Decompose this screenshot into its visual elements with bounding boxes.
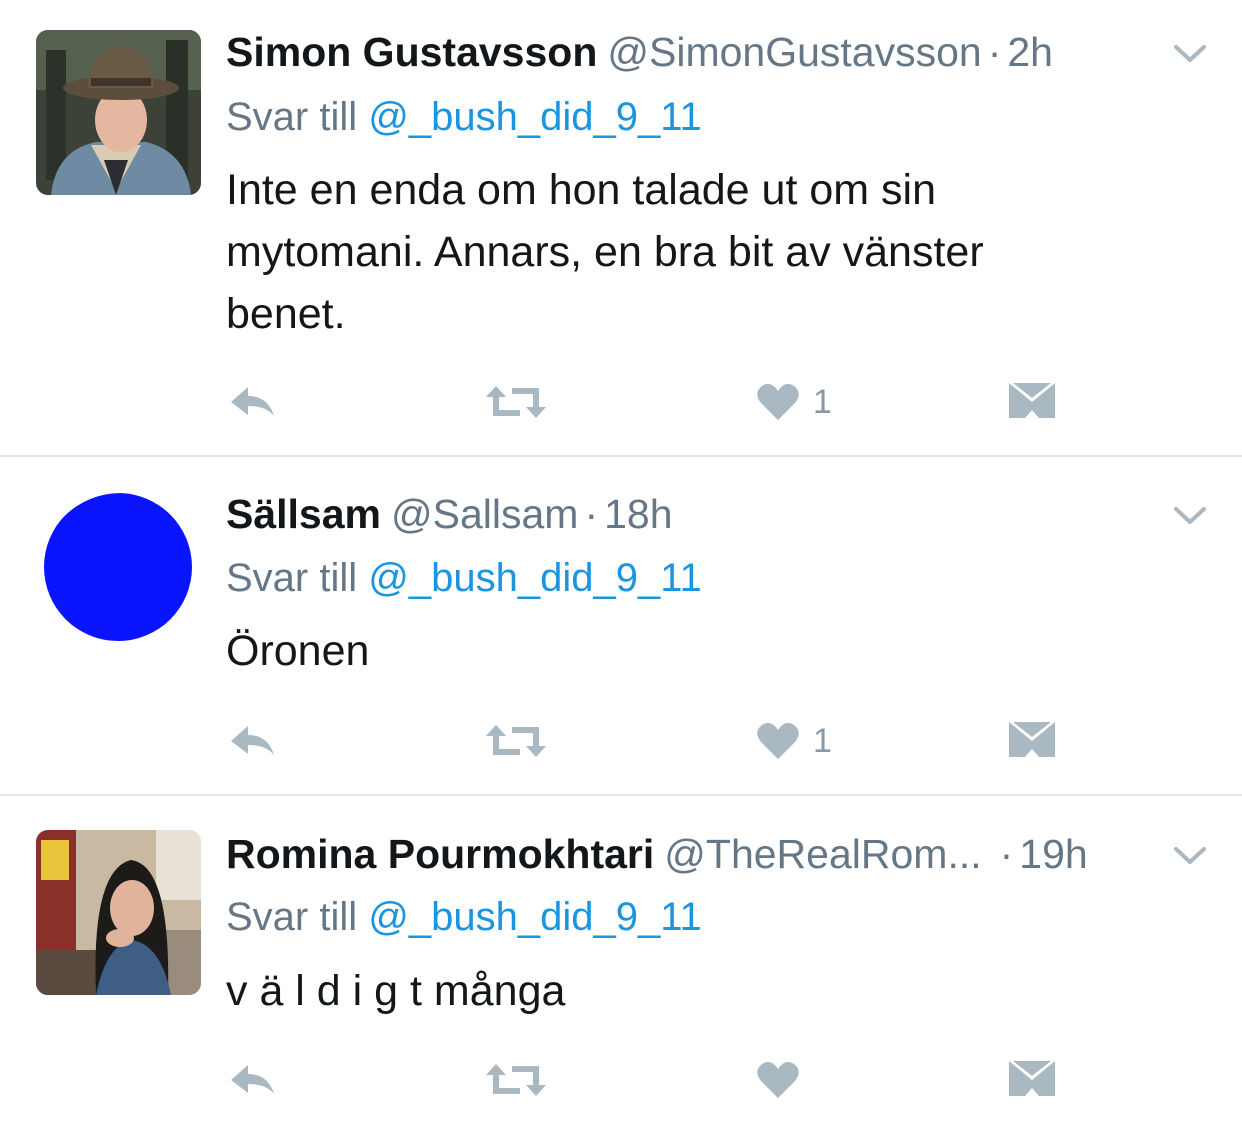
dm-button[interactable] (1009, 717, 1055, 761)
reply-context: Svar till @_bush_did_9_11 (226, 893, 702, 941)
like-count: 1 (813, 721, 832, 760)
avatar-photo (36, 30, 201, 195)
reply-prefix: Svar till (226, 95, 358, 139)
author-handle[interactable]: @SimonGustavsson (607, 29, 981, 75)
like-button[interactable] (757, 1058, 813, 1102)
tweet-header: Romina Pourmokhtari @TheRealRom... · 19h (226, 830, 1088, 878)
dm-button[interactable] (1009, 1056, 1055, 1100)
reply-icon (231, 726, 274, 755)
separator-dot: · (987, 29, 1002, 75)
author-name[interactable]: Simon Gustavsson (226, 29, 597, 75)
envelope-icon (1009, 383, 1055, 418)
tweet-header: Sällsam @Sallsam · 18h (226, 490, 673, 538)
chevron-down-icon[interactable] (1172, 844, 1208, 868)
envelope-icon (1009, 1061, 1055, 1096)
tweet-romina[interactable]: Romina Pourmokhtari @TheRealRom... · 19h Sv… (0, 796, 1242, 1124)
avatar[interactable] (40, 493, 202, 655)
author-name[interactable]: Romina Pourmokhtari (226, 831, 654, 877)
retweet-icon (486, 386, 546, 418)
separator-dot: · (584, 491, 599, 537)
retweet-button[interactable] (486, 719, 546, 763)
tweet-text: Öronen (226, 620, 1186, 682)
avatar[interactable] (36, 830, 201, 995)
reply-prefix: Svar till (226, 895, 358, 939)
retweet-icon (486, 725, 546, 757)
tweet-text-line: v ä l d i g t många (226, 967, 566, 1015)
tweet-text-line: Inte en enda om hon talade ut om sin (226, 166, 936, 214)
timestamp[interactable]: 19h (1019, 831, 1087, 877)
dm-button[interactable] (1009, 378, 1055, 422)
author-name[interactable]: Sällsam (226, 491, 381, 537)
timestamp[interactable]: 18h (604, 491, 672, 537)
tweet-simon[interactable]: Simon Gustavsson @SimonGustavsson · 2h Svar… (0, 0, 1242, 455)
tweet-text: Inte en enda om hon talade ut om sin myt… (226, 159, 1186, 345)
tweet-text-line: benet. (226, 290, 346, 338)
reply-context: Svar till @_bush_did_9_11 (226, 93, 702, 141)
tweet-header: Simon Gustavsson @SimonGustavsson · 2h (226, 28, 1053, 76)
heart-icon (757, 722, 799, 759)
reply-context: Svar till @_bush_did_9_11 (226, 554, 702, 602)
separator-dot: · (999, 831, 1014, 877)
tweet-text-line: mytomani. Annars, en bra bit av vänster (226, 228, 984, 276)
reply-icon (231, 387, 274, 416)
tweet-sallsam[interactable]: Sällsam @Sallsam · 18h Svar till @_bush_did… (0, 457, 1242, 794)
like-button[interactable]: 1 (757, 380, 832, 424)
reply-prefix: Svar till (226, 556, 358, 600)
avatar-blue-circle (44, 493, 192, 641)
author-handle[interactable]: @TheRealRom... (664, 831, 981, 877)
heart-icon (757, 383, 799, 420)
retweet-icon (486, 1064, 546, 1096)
like-count: 1 (813, 382, 832, 421)
avatar[interactable] (36, 30, 201, 195)
reply-mention-link[interactable]: @_bush_did_9_11 (368, 556, 701, 600)
reply-mention-link[interactable]: @_bush_did_9_11 (368, 895, 701, 939)
reply-button[interactable] (228, 719, 278, 763)
heart-icon (757, 1061, 799, 1098)
tweet-text: v ä l d i g t många (226, 960, 1186, 1022)
envelope-icon (1009, 722, 1055, 757)
reply-icon (231, 1065, 274, 1094)
chevron-down-icon[interactable] (1172, 504, 1208, 528)
retweet-button[interactable] (486, 380, 546, 424)
avatar-photo (36, 830, 201, 995)
author-handle[interactable]: @Sallsam (391, 491, 578, 537)
timestamp[interactable]: 2h (1007, 29, 1053, 75)
tweet-text-line: Öronen (226, 627, 370, 675)
reply-button[interactable] (228, 1058, 278, 1102)
like-button[interactable]: 1 (757, 719, 832, 763)
reply-button[interactable] (228, 380, 278, 424)
chevron-down-icon[interactable] (1172, 42, 1208, 66)
retweet-button[interactable] (486, 1058, 546, 1102)
reply-mention-link[interactable]: @_bush_did_9_11 (368, 95, 701, 139)
